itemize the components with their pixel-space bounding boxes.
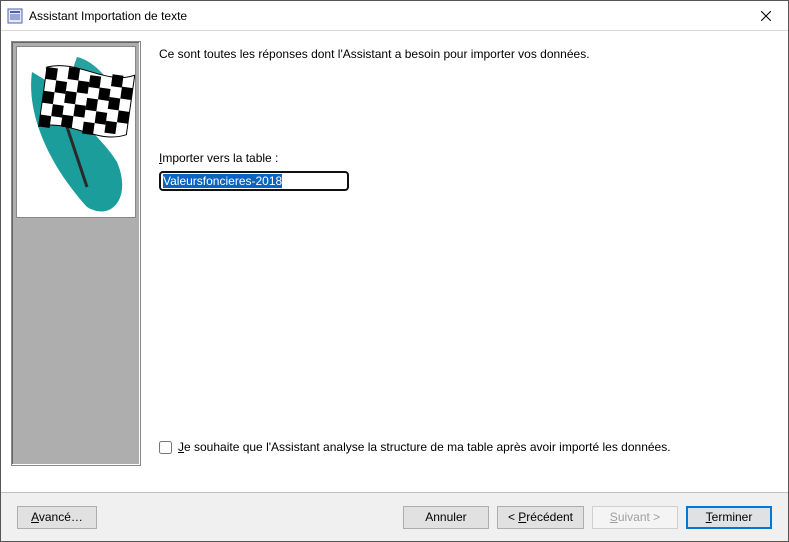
app-icon (7, 8, 23, 24)
window-title: Assistant Importation de texte (29, 9, 744, 23)
cancel-button[interactable]: Annuler (403, 506, 489, 529)
import-table-input[interactable] (159, 171, 349, 191)
dialog-body: Ce sont toutes les réponses dont l'Assis… (1, 31, 788, 541)
titlebar: Assistant Importation de texte (1, 1, 788, 31)
close-button[interactable] (744, 1, 788, 31)
import-table-label: Importer vers la table : (159, 151, 778, 165)
next-button: Suivant > (592, 506, 678, 529)
close-icon (761, 11, 771, 21)
finish-button[interactable]: Terminer (686, 506, 772, 529)
wizard-dialog: Assistant Importation de texte (0, 0, 789, 542)
finish-flag-illustration (16, 46, 136, 218)
button-bar: Avancé… Annuler < Précédent Suivant > Te… (1, 493, 788, 541)
advanced-button[interactable]: Avancé… (17, 506, 97, 529)
intro-text: Ce sont toutes les réponses dont l'Assis… (159, 47, 778, 61)
content-area: Ce sont toutes les réponses dont l'Assis… (1, 31, 788, 493)
analyze-checkbox[interactable] (159, 441, 172, 454)
analyze-label[interactable]: Je souhaite que l'Assistant analyse la s… (178, 440, 671, 454)
wizard-image (11, 41, 141, 466)
analyze-checkbox-row: Je souhaite que l'Assistant analyse la s… (159, 440, 671, 454)
main-panel: Ce sont toutes les réponses dont l'Assis… (159, 41, 778, 482)
back-button[interactable]: < Précédent (497, 506, 584, 529)
